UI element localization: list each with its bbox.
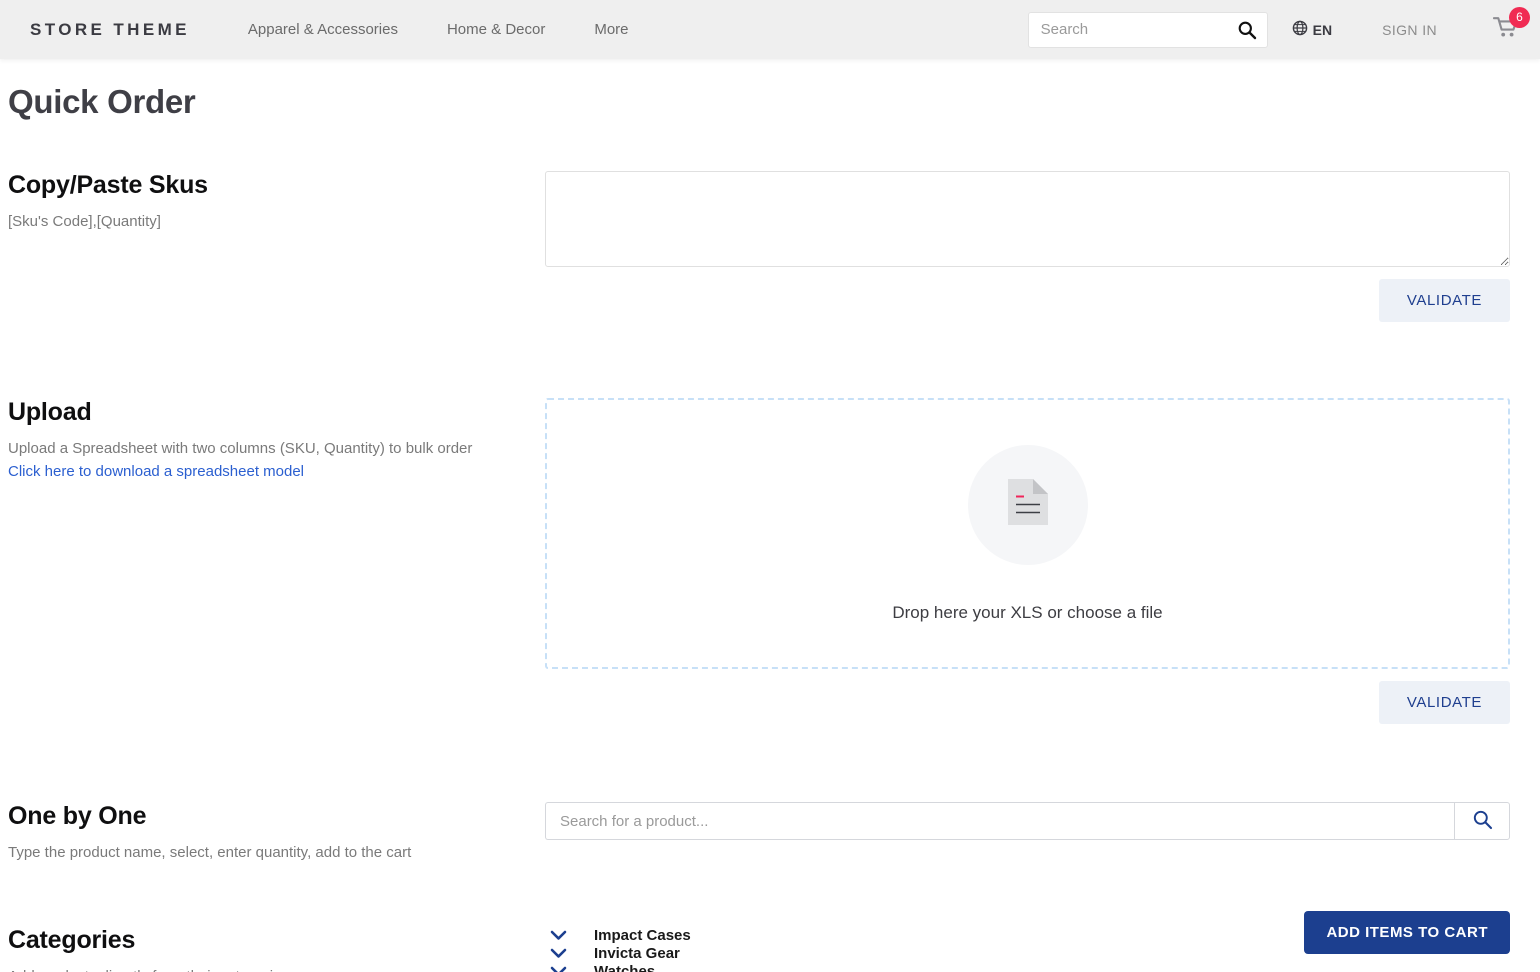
one-by-one-heading: One by One (8, 802, 147, 830)
product-search-input[interactable] (545, 802, 1454, 840)
copy-paste-controls: VALIDATE (545, 171, 1540, 322)
cart-button[interactable]: 6 (1489, 6, 1530, 47)
page-content: Quick Order Copy/Paste Skus [Sku's Code]… (0, 83, 1540, 972)
categories-info: Categories Add products directly from th… (0, 926, 545, 972)
language-label: EN (1312, 21, 1333, 38)
category-label: Invicta Gear (594, 944, 680, 962)
globe-icon (1292, 20, 1308, 39)
nav-item-more[interactable]: More (594, 21, 628, 38)
upload-subtitle: Upload a Spreadsheet with two columns (S… (8, 440, 473, 457)
upload-section: Upload Upload a Spreadsheet with two col… (0, 398, 1540, 724)
file-dropzone[interactable]: Drop here your XLS or choose a file (545, 398, 1510, 669)
one-by-one-subtitle: Type the product name, select, enter qua… (8, 844, 412, 861)
copy-paste-subtitle: [Sku's Code],[Quantity] (8, 213, 161, 230)
validate-upload-button[interactable]: VALIDATE (1378, 681, 1510, 724)
upload-controls: Drop here your XLS or choose a file VALI… (545, 398, 1540, 724)
upload-heading: Upload (8, 398, 92, 426)
categories-subtitle: Add products directly from their categor… (8, 965, 545, 972)
chevron-down-icon[interactable] (550, 947, 567, 959)
product-search-row (545, 802, 1510, 840)
copy-paste-info: Copy/Paste Skus [Sku's Code],[Quantity] (0, 171, 545, 322)
chevron-down-icon[interactable] (550, 929, 567, 941)
validate-skus-button[interactable]: VALIDATE (1378, 279, 1510, 322)
category-item-invicta-gear[interactable]: Invicta Gear (550, 944, 1510, 962)
site-header: STORE THEME Apparel & Accessories Home &… (0, 0, 1540, 59)
category-item-impact-cases[interactable]: Impact Cases (550, 926, 1510, 944)
brand-logo[interactable]: STORE THEME (30, 20, 190, 40)
nav-item-apparel-accessories[interactable]: Apparel & Accessories (248, 21, 398, 38)
product-search-button[interactable] (1454, 802, 1510, 840)
upload-info: Upload Upload a Spreadsheet with two col… (0, 398, 545, 724)
chevron-down-icon[interactable] (550, 965, 567, 972)
one-by-one-info: One by One Type the product name, select… (0, 802, 545, 865)
dropzone-icon-circle (967, 444, 1088, 565)
header-actions: EN SIGN IN 6 (1027, 6, 1540, 48)
nav-item-home-decor[interactable]: Home & Decor (447, 21, 545, 38)
file-document-icon (1006, 477, 1050, 532)
categories-section: Categories Add products directly from th… (0, 926, 1540, 972)
copy-paste-heading: Copy/Paste Skus (8, 171, 208, 199)
dropzone-text: Drop here your XLS or choose a file (892, 602, 1163, 622)
header-search[interactable] (1027, 11, 1268, 48)
cart-count-badge: 6 (1509, 6, 1530, 28)
sign-in-button[interactable]: SIGN IN (1382, 22, 1437, 38)
download-spreadsheet-model-link[interactable]: Click here to download a spreadsheet mod… (8, 463, 304, 480)
categories-controls: Impact Cases Invicta Gear Watches (545, 926, 1540, 972)
one-by-one-section: One by One Type the product name, select… (0, 802, 1540, 865)
main-nav: Apparel & Accessories Home & Decor More (248, 21, 629, 38)
category-list: Impact Cases Invicta Gear Watches (545, 926, 1510, 972)
search-input[interactable] (1028, 12, 1267, 47)
one-by-one-controls (545, 802, 1540, 865)
copy-paste-button-row: VALIDATE (545, 279, 1510, 322)
copy-paste-skus-section: Copy/Paste Skus [Sku's Code],[Quantity] … (0, 171, 1540, 322)
category-item-watches[interactable]: Watches (550, 962, 1510, 972)
categories-heading: Categories (8, 926, 136, 955)
upload-button-row: VALIDATE (545, 681, 1510, 724)
sku-textarea[interactable] (545, 171, 1510, 267)
language-switcher[interactable]: EN (1292, 20, 1332, 39)
category-label: Impact Cases (594, 926, 691, 944)
search-icon (1472, 809, 1493, 833)
category-label: Watches (594, 962, 656, 972)
page-title: Quick Order (8, 83, 196, 120)
